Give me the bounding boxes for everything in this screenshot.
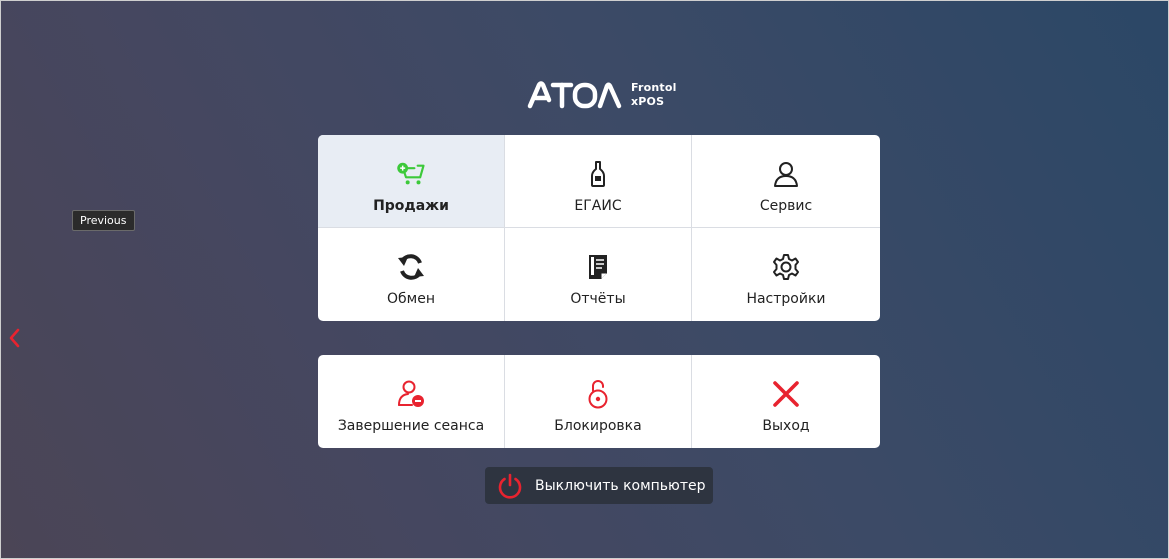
gear-icon [771, 252, 801, 282]
tile-lock[interactable]: Блокировка [505, 355, 692, 448]
cart-add-icon [396, 159, 426, 189]
tile-sales[interactable]: Продажи [318, 135, 505, 228]
tile-service-label: Сервис [759, 198, 813, 214]
product-name-line1: Frontol [631, 81, 677, 94]
tile-lock-label: Блокировка [554, 418, 642, 434]
tile-service[interactable]: Сервис [692, 135, 880, 228]
tile-exchange[interactable]: Обмен [318, 228, 505, 321]
previous-tooltip: Previous [72, 210, 135, 231]
shutdown-button[interactable]: Выключить компьютер [485, 467, 713, 504]
shutdown-label: Выключить компьютер [535, 477, 706, 494]
tile-settings[interactable]: Настройки [692, 228, 880, 321]
tile-sales-label: Продажи [373, 198, 449, 214]
tile-reports-label: Отчёты [570, 291, 626, 307]
product-name-line2: xPOS [631, 95, 665, 108]
user-logout-icon [396, 379, 426, 409]
chevron-left-icon [9, 328, 20, 348]
tile-end-session-label: Завершение сеанса [337, 418, 485, 434]
previous-arrow-button[interactable] [6, 327, 22, 349]
tile-exit-label: Выход [762, 418, 810, 434]
sync-icon [396, 252, 426, 282]
tile-egais[interactable]: ЕГАИС [505, 135, 692, 228]
report-icon [583, 252, 613, 282]
main-menu: Продажи ЕГАИС Сервис Обмен Отчёты Настро… [318, 135, 880, 321]
product-name: Frontol xPOS [631, 81, 677, 109]
session-menu: Завершение сеанса Блокировка Выход [318, 355, 880, 448]
tile-end-session[interactable]: Завершение сеанса [318, 355, 505, 448]
power-icon [498, 473, 522, 499]
atol-logo-mark [527, 80, 623, 110]
tile-exit[interactable]: Выход [692, 355, 880, 448]
bottle-icon [583, 159, 613, 189]
unlock-icon [583, 379, 613, 409]
close-icon [771, 379, 801, 409]
tile-egais-label: ЕГАИС [574, 198, 622, 214]
tile-reports[interactable]: Отчёты [505, 228, 692, 321]
tile-settings-label: Настройки [746, 291, 826, 307]
app-logo: Frontol xPOS [527, 80, 677, 110]
tile-exchange-label: Обмен [387, 291, 435, 307]
user-icon [771, 159, 801, 189]
